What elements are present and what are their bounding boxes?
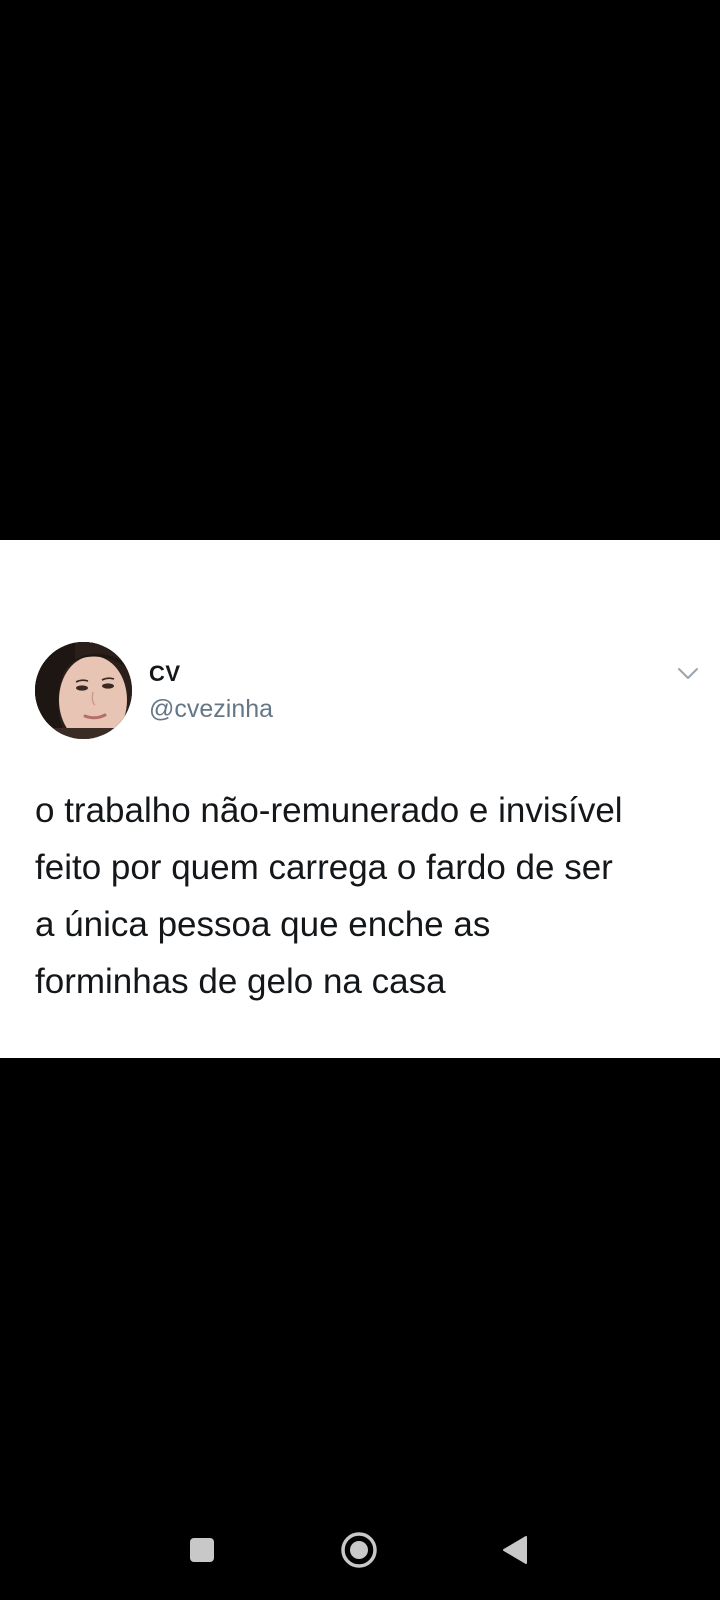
tweet-text: o trabalho não-remunerado e invisível fe…: [35, 782, 705, 1010]
chevron-down-icon: [678, 668, 698, 679]
author-handle[interactable]: @cvezinha: [149, 695, 273, 724]
circle-icon: [341, 1532, 377, 1568]
back-button[interactable]: [491, 1526, 539, 1574]
system-navigation-bar: [0, 1500, 720, 1600]
triangle-back-icon: [503, 1536, 527, 1564]
image-viewer: CV @cvezinha o trabalho não-remunerado e…: [0, 0, 720, 1600]
tweet-text-line: feito por quem carrega o fardo de ser: [35, 848, 613, 887]
recents-button[interactable]: [178, 1526, 226, 1574]
home-button[interactable]: [335, 1526, 383, 1574]
avatar[interactable]: [35, 642, 132, 739]
author-display-name[interactable]: CV: [149, 661, 181, 687]
square-icon: [190, 1538, 214, 1562]
avatar-photo: [35, 642, 132, 739]
tweet-menu-button[interactable]: [676, 662, 700, 686]
tweet-text-line: forminhas de gelo na casa: [35, 962, 446, 1001]
tweet-card: CV @cvezinha o trabalho não-remunerado e…: [0, 540, 720, 1058]
tweet-text-line: o trabalho não-remunerado e invisível: [35, 791, 623, 830]
tweet-text-line: a única pessoa que enche as: [35, 905, 491, 944]
